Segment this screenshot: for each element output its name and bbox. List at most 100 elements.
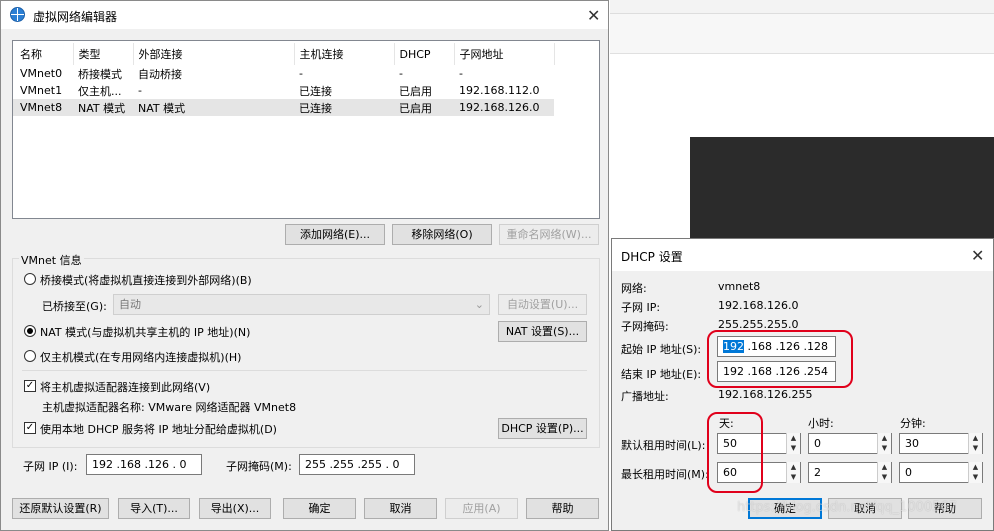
ok-button[interactable]: 确定 <box>283 498 356 519</box>
spinner-arrows-icon[interactable]: ▲ ▼ <box>786 433 800 454</box>
cell-dhcp: - <box>399 67 403 80</box>
bridged-to-select[interactable]: 自动 ⌄ <box>113 294 490 315</box>
cell-name: VMnet8 <box>20 101 63 114</box>
restore-defaults-button[interactable]: 还原默认设置(R) <box>12 498 109 519</box>
dhcp-titlebar: DHCP 设置 ✕ <box>612 239 993 271</box>
watermark-text: https://blog.csdn.net/qq_1000567 <box>737 500 957 515</box>
dhcp-settings-dialog: DHCP 设置 ✕ 网络: vmnet8 子网 IP: 192.168.126.… <box>611 238 994 531</box>
adapter-name-text: 主机虚拟适配器名称: VMware 网络适配器 VMnet8 <box>42 401 297 414</box>
column-header-external[interactable]: 外部连接 <box>133 43 295 65</box>
host-only-radio[interactable] <box>24 350 36 362</box>
default-hours-value: 0 <box>814 437 821 450</box>
hours-header: 小时: <box>808 417 834 430</box>
export-button[interactable]: 导出(X)... <box>199 498 271 519</box>
subnet-mask-field[interactable]: 255 .255 .255 . 0 <box>299 454 415 475</box>
help-button[interactable]: 帮助 <box>526 498 599 519</box>
broadcast-label: 广播地址: <box>621 390 669 403</box>
max-hours-stepper[interactable]: 2 ▲ ▼ <box>808 462 892 483</box>
max-hours-value: 2 <box>814 466 821 479</box>
close-icon[interactable]: ✕ <box>971 246 984 265</box>
bridged-to-value: 自动 <box>119 298 141 311</box>
connect-adapter-checkbox[interactable]: ✓ <box>24 380 36 392</box>
cell-name: VMnet0 <box>20 67 63 80</box>
chevron-down-icon: ⌄ <box>474 298 484 311</box>
virtual-network-editor-window: 虚拟网络编辑器 ✕ 名称 类型 外部连接 主机连接 DHCP 子网地址 VMne… <box>0 0 609 531</box>
table-row-selected[interactable]: VMnet8 NAT 模式 NAT 模式 已连接 已启用 192.168.126… <box>13 99 554 116</box>
column-header-host[interactable]: 主机连接 <box>294 43 395 65</box>
nat-settings-button[interactable]: NAT 设置(S)... <box>498 321 587 342</box>
import-button[interactable]: 导入(T)... <box>118 498 190 519</box>
spinner-arrows-icon[interactable]: ▲ ▼ <box>877 462 891 483</box>
use-dhcp-label[interactable]: 使用本地 DHCP 服务将 IP 地址分配给虚拟机(D) <box>40 421 277 437</box>
cell-dhcp: 已启用 <box>399 84 432 98</box>
nat-mode-radio[interactable] <box>24 325 36 337</box>
cell-host: - <box>299 67 303 80</box>
cell-host: 已连接 <box>299 84 332 98</box>
cell-type: NAT 模式 <box>78 101 126 115</box>
annotation-highlight-ip-range <box>707 330 853 388</box>
cell-subnet: 192.168.126.0 <box>459 101 540 114</box>
table-header-row: 名称 类型 外部连接 主机连接 DHCP 子网地址 <box>13 43 555 65</box>
subnet-ip-value: 192.168.126.0 <box>718 299 799 312</box>
bridged-mode-label[interactable]: 桥接模式(将虚拟机直接连接到外部网络)(B) <box>40 272 252 288</box>
max-minutes-stepper[interactable]: 0 ▲ ▼ <box>899 462 983 483</box>
column-header-name[interactable]: 名称 <box>13 43 74 65</box>
broadcast-value: 192.168.126.255 <box>718 388 813 401</box>
max-minutes-value: 0 <box>905 466 912 479</box>
rename-network-button[interactable]: 重命名网络(W)... <box>499 224 599 245</box>
background-panel <box>610 14 994 54</box>
network-globe-icon <box>10 7 25 22</box>
cell-host: 已连接 <box>299 101 332 115</box>
cell-external: - <box>138 84 142 97</box>
subnet-mask-label: 子网掩码: <box>621 320 669 333</box>
apply-button[interactable]: 应用(A) <box>445 498 518 519</box>
close-icon[interactable]: ✕ <box>587 6 600 25</box>
group-divider <box>22 370 587 371</box>
vmnet-info-group-title: VMnet 信息 <box>19 252 84 268</box>
network-value: vmnet8 <box>718 280 761 293</box>
cell-external: 自动桥接 <box>138 67 182 81</box>
column-header-type[interactable]: 类型 <box>73 43 134 65</box>
table-row[interactable]: VMnet0 桥接模式 自动桥接 - - - <box>13 65 554 82</box>
default-minutes-value: 30 <box>905 437 919 450</box>
spinner-arrows-icon[interactable]: ▲ ▼ <box>877 433 891 454</box>
main-titlebar: 虚拟网络编辑器 ✕ <box>1 1 608 29</box>
column-header-subnet[interactable]: 子网地址 <box>454 43 555 65</box>
cell-dhcp: 已启用 <box>399 101 432 115</box>
window-title: 虚拟网络编辑器 <box>33 10 118 24</box>
subnet-ip-label: 子网 IP: <box>621 301 661 314</box>
cell-name: VMnet1 <box>20 84 63 97</box>
use-dhcp-checkbox[interactable]: ✓ <box>24 422 36 434</box>
cell-type: 桥接模式 <box>78 67 122 81</box>
spinner-arrows-icon[interactable]: ▲ ▼ <box>968 433 982 454</box>
dhcp-dialog-title: DHCP 设置 <box>621 250 683 264</box>
max-lease-label: 最长租用时间(M): <box>621 468 709 481</box>
network-label: 网络: <box>621 282 647 295</box>
background-toolbar <box>610 0 994 14</box>
default-lease-label: 默认租用时间(L): <box>621 439 706 452</box>
spinner-arrows-icon[interactable]: ▲ ▼ <box>786 462 800 483</box>
table-row[interactable]: VMnet1 仅主机... - 已连接 已启用 192.168.112.0 <box>13 82 554 99</box>
default-hours-stepper[interactable]: 0 ▲ ▼ <box>808 433 892 454</box>
cell-subnet: 192.168.112.0 <box>459 84 540 97</box>
cancel-button[interactable]: 取消 <box>364 498 437 519</box>
start-ip-label: 起始 IP 地址(S): <box>621 343 702 356</box>
annotation-highlight-days <box>707 412 763 493</box>
end-ip-label: 结束 IP 地址(E): <box>621 368 702 381</box>
subnet-mask-label: 子网掩码(M): <box>226 460 292 473</box>
host-only-label[interactable]: 仅主机模式(在专用网络内连接虚拟机)(H) <box>40 349 241 365</box>
remove-network-button[interactable]: 移除网络(O) <box>392 224 492 245</box>
bridged-mode-radio[interactable] <box>24 273 36 285</box>
column-header-dhcp[interactable]: DHCP <box>394 43 455 65</box>
connect-adapter-label[interactable]: 将主机虚拟适配器连接到此网络(V) <box>40 379 210 395</box>
nat-mode-label[interactable]: NAT 模式(与虚拟机共享主机的 IP 地址)(N) <box>40 324 250 340</box>
network-list[interactable]: 名称 类型 外部连接 主机连接 DHCP 子网地址 VMnet0 桥接模式 自动… <box>12 40 600 219</box>
spinner-arrows-icon[interactable]: ▲ ▼ <box>968 462 982 483</box>
subnet-ip-field[interactable]: 192 .168 .126 . 0 <box>86 454 202 475</box>
cell-type: 仅主机... <box>78 84 122 98</box>
auto-settings-button[interactable]: 自动设置(U)... <box>498 294 587 315</box>
default-minutes-stepper[interactable]: 30 ▲ ▼ <box>899 433 983 454</box>
dhcp-settings-button[interactable]: DHCP 设置(P)... <box>498 418 587 439</box>
cell-external: NAT 模式 <box>138 101 186 115</box>
add-network-button[interactable]: 添加网络(E)... <box>285 224 385 245</box>
